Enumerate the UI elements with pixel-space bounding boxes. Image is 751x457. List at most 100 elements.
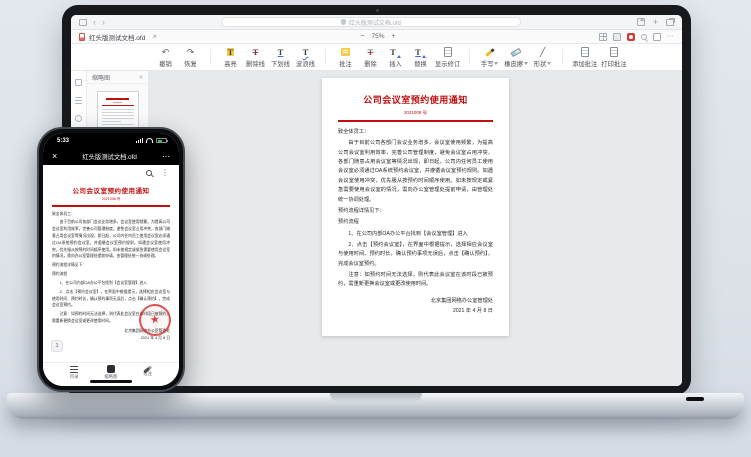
phone-frame: 5:33 × 红头版测试文档.ofd ⋯ ⋮ 公司会议室预约使 — [37, 127, 185, 392]
star-icon: ★ — [149, 314, 160, 326]
document-tab[interactable]: 红头版测试文档.ofd × — [79, 32, 157, 42]
phone-screen: 5:33 × 红头版测试文档.ofd ⋯ ⋮ 公司会议室预约使 — [43, 133, 179, 386]
comments-panel-icon[interactable] — [75, 115, 82, 122]
laptop-base — [7, 393, 744, 419]
sidebar-toggle-icon[interactable] — [79, 19, 87, 26]
strikethrough-icon: T — [253, 48, 259, 57]
zoom-in-button[interactable]: + — [392, 33, 396, 40]
replace-text-icon: T — [415, 48, 421, 57]
annotation-toolbar: ↶ 撤销 ↷ 恢复 T 高亮 T 删除线 T 下划线 — [71, 44, 682, 71]
phone-status-bar: 5:33 — [43, 133, 179, 148]
browser-bar: ‹ › 红头版测试文档.ofd + — [71, 15, 682, 30]
tool-label: 手写 — [481, 59, 494, 68]
overflow-menu-icon[interactable]: ⋮ — [161, 169, 169, 177]
phone-nav-bar: × 红头版测试文档.ofd ⋯ — [43, 148, 179, 165]
seal-icon[interactable] — [627, 33, 635, 41]
stage: ‹ › 红头版测试文档.ofd + — [0, 0, 751, 457]
tool-label: 形状 — [534, 59, 547, 68]
toolbar-divider — [562, 49, 563, 65]
page-security-icon — [341, 19, 346, 25]
search-icon[interactable] — [146, 170, 152, 176]
tab-label: 目录 — [70, 374, 79, 380]
document-title: 公司会议室预约使用通知 — [52, 185, 170, 195]
toolbar-divider — [325, 49, 326, 65]
undo-button[interactable]: ↶ 撤销 — [153, 47, 178, 68]
document-title: 公司会议室预约使用通知 — [338, 93, 493, 106]
share-icon[interactable] — [637, 18, 645, 26]
comment-button[interactable]: 批注 — [333, 47, 358, 68]
replace-text-button[interactable]: T 替换 — [408, 47, 433, 68]
outline-tab[interactable]: 目录 — [70, 366, 79, 380]
tool-label: 恢复 — [184, 59, 197, 68]
outline-icon — [70, 366, 78, 373]
undo-icon: ↶ — [162, 47, 170, 58]
home-indicator[interactable] — [90, 380, 132, 383]
paragraph: 预约流程详情见下： — [52, 262, 170, 269]
add-annotation-button[interactable]: 添加批注 — [570, 47, 599, 68]
new-tab-icon[interactable]: + — [653, 18, 658, 27]
annotate-tab[interactable]: 批注 — [143, 368, 152, 378]
print-annotation-button[interactable]: 打印批注 — [599, 47, 628, 68]
insert-text-button[interactable]: T 插入 — [383, 47, 408, 68]
highlight-icon: T — [227, 48, 235, 57]
chevron-down-icon — [494, 62, 498, 67]
document-page: 公司会议室预约使用通知 2021008 号 致全体员工： 由于目前公司各部门会议… — [322, 78, 509, 336]
window-icon[interactable] — [653, 33, 661, 41]
highlight-button[interactable]: T 高亮 — [218, 47, 243, 68]
add-annotation-icon — [581, 47, 589, 57]
shapes-button[interactable]: ╱ 形状 — [530, 47, 555, 68]
tool-label: 添加批注 — [572, 59, 597, 68]
wifi-icon — [146, 138, 153, 143]
salutation: 致全体员工： — [338, 128, 493, 137]
tool-label: 替换 — [414, 59, 427, 68]
reader-view-icon[interactable] — [613, 33, 621, 41]
ofd-file-icon — [79, 33, 85, 41]
search-icon[interactable] — [641, 34, 647, 40]
pencil-icon — [485, 48, 495, 57]
salutation: 致全体员工： — [52, 211, 170, 218]
redo-button[interactable]: ↷ 恢复 — [178, 47, 203, 68]
more-options-icon[interactable]: ⋯ — [667, 33, 674, 40]
squiggly-button[interactable]: T 波浪线 — [293, 47, 318, 68]
tool-label: 高亮 — [224, 59, 237, 68]
handwrite-button[interactable]: 手写 — [477, 47, 502, 68]
phone-document-view[interactable]: 公司会议室预约使用通知 2021008 号 致全体员工： 由于目前公司各部门会议… — [43, 180, 179, 362]
show-revisions-button[interactable]: 显示修订 — [433, 47, 462, 68]
thumbnail-panel-icon[interactable] — [75, 79, 82, 86]
document-canvas[interactable]: 公司会议室预约使用通知 2021008 号 致全体员工： 由于目前公司各部门会议… — [149, 71, 682, 386]
eraser-button[interactable]: 橡皮擦 — [502, 47, 530, 68]
tool-label: 撤销 — [159, 59, 172, 68]
print-annotation-icon — [610, 47, 618, 57]
tool-label: 删除 — [364, 59, 377, 68]
red-header-rule — [338, 120, 493, 122]
more-options-icon[interactable]: ⋯ — [162, 153, 170, 161]
date: 2021 年 4 月 8 日 — [52, 335, 170, 342]
page-indicator-chip: 1 — [51, 340, 63, 352]
chevron-down-icon — [547, 62, 551, 67]
laptop-base-port — [686, 397, 704, 401]
thumbnail-tab[interactable]: 缩略图 — [104, 365, 117, 380]
back-icon[interactable]: ‹ — [93, 18, 96, 27]
outline-icon[interactable] — [75, 97, 82, 104]
underline-icon: T — [278, 48, 284, 57]
tool-label: 批注 — [339, 59, 352, 68]
tool-label: 删除线 — [246, 59, 265, 68]
delete-text-button[interactable]: T 删除 — [358, 47, 383, 68]
thumbnail-icon — [107, 365, 115, 373]
list-item: 1、在公司内部OA办公平台找到【会议室管理】进入 — [52, 280, 170, 287]
grid-view-icon[interactable] — [599, 33, 607, 41]
address-bar[interactable]: 红头版测试文档.ofd — [221, 17, 521, 27]
underline-button[interactable]: T 下划线 — [268, 47, 293, 68]
collapse-panel-icon[interactable]: « — [139, 74, 143, 81]
battery-icon — [156, 138, 167, 143]
document-number: 2021008 号 — [338, 110, 493, 116]
revisions-page-icon — [444, 47, 452, 57]
strikethrough-button[interactable]: T 删除线 — [243, 47, 268, 68]
section-heading: 预约流程 — [52, 271, 170, 278]
note-paragraph: 注意：如预约时间无法选择，则代表此会议室在该时段已被预约，需重新更换会议室或更改… — [338, 271, 493, 290]
zoom-out-button[interactable]: − — [360, 33, 364, 40]
tabs-overview-icon[interactable] — [666, 19, 674, 26]
list-item: 2、点击【预约会议室】，在界面中根据提示，选择相应会议室与使用时间、预约时长，确… — [338, 241, 493, 269]
tab-bar: 红头版测试文档.ofd × − 75% + ⋯ — [71, 30, 682, 44]
date: 2021 年 4 月 8 日 — [338, 307, 493, 317]
